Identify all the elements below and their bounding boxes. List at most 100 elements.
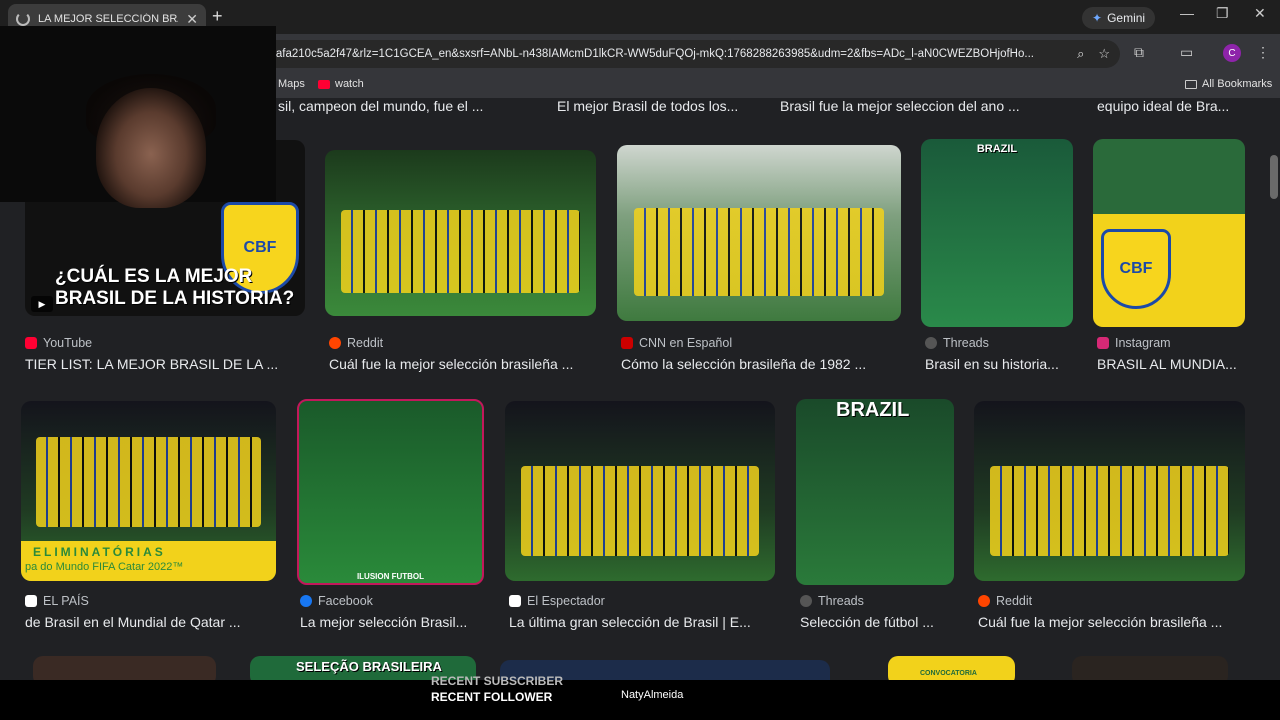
tab-title: LA MEJOR SELECCIÓN BRASILE xyxy=(38,13,178,25)
all-bookmarks-label: All Bookmarks xyxy=(1202,78,1273,90)
result-caption[interactable]: sil, campeon del mundo, fue el ... xyxy=(278,98,483,114)
bookmark-label: watch xyxy=(335,78,364,90)
result-caption[interactable]: Cuál fue la mejor selección brasileña ..… xyxy=(978,614,1222,630)
result-caption[interactable]: BRASIL AL MUNDIA... xyxy=(1097,356,1237,372)
thumbnail-overlay-text: ELIMINATÓRIAS xyxy=(33,545,166,559)
source-label: El Espectador xyxy=(527,594,605,608)
close-window-icon[interactable]: ✕ xyxy=(1254,5,1266,22)
team-photo xyxy=(36,437,261,527)
bookmark-watch[interactable]: watch xyxy=(318,78,364,90)
team-photo xyxy=(990,465,1229,556)
gemini-icon: ✦ xyxy=(1092,11,1103,25)
recent-follower-name: NatyAlmeida xyxy=(621,689,684,701)
facebook-icon xyxy=(300,595,312,607)
play-icon: ▶ xyxy=(31,296,53,312)
threads-icon xyxy=(925,337,937,349)
source-label: Instagram xyxy=(1115,336,1171,350)
result-caption[interactable]: Brasil en su historia... xyxy=(925,356,1059,372)
cnn-icon xyxy=(621,337,633,349)
reddit-icon xyxy=(329,337,341,349)
thumbnail-overlay-text: pa do Mundo FIFA Catar 2022™ xyxy=(25,561,184,573)
result-caption[interactable]: El mejor Brasil de todos los... xyxy=(557,98,738,114)
thumbnail-overlay-text: SELEÇÃO BRASILEIRA xyxy=(296,659,442,674)
result-source[interactable]: Threads xyxy=(925,336,989,350)
banner: ELIMINATÓRIAS pa do Mundo FIFA Catar 202… xyxy=(21,541,276,581)
result-source[interactable]: YouTube xyxy=(25,336,92,350)
thumbnail-overlay-text: ILUSION FUTBOL xyxy=(356,572,425,581)
new-tab-icon[interactable]: + xyxy=(212,6,223,27)
address-bar[interactable]: =4e0afa210c5a2f47&rlz=1C1GCEA_en&sxsrf=A… xyxy=(240,40,1120,68)
result-thumbnail[interactable] xyxy=(1072,656,1228,680)
result-thumbnail[interactable]: BRAZIL xyxy=(921,139,1073,327)
result-caption[interactable]: TIER LIST: LA MEJOR BRASIL DE LA ... xyxy=(25,356,278,372)
cbf-logo: CBF xyxy=(1101,229,1171,309)
team-photo xyxy=(521,465,759,556)
thumbnail-overlay-text: BRAZIL xyxy=(836,399,910,421)
bookmark-maps[interactable]: Maps xyxy=(278,78,305,90)
result-thumbnail[interactable] xyxy=(33,656,216,680)
team-photo xyxy=(341,209,580,293)
url-text: =4e0afa210c5a2f47&rlz=1C1GCEA_en&sxsrf=A… xyxy=(250,48,1034,60)
result-thumbnail[interactable]: BRAZIL xyxy=(796,399,954,585)
youtube-icon xyxy=(318,79,330,89)
loading-icon xyxy=(16,12,30,26)
result-thumbnail[interactable]: CBF xyxy=(1093,139,1245,327)
all-bookmarks[interactable]: All Bookmarks xyxy=(1185,78,1272,90)
result-thumbnail[interactable] xyxy=(325,150,596,316)
close-tab-icon[interactable]: ✕ xyxy=(186,11,198,28)
result-source[interactable]: El Espectador xyxy=(509,594,605,608)
profile-avatar[interactable]: C xyxy=(1223,44,1241,62)
result-source[interactable]: Reddit xyxy=(329,336,383,350)
reddit-icon xyxy=(978,595,990,607)
threads-icon xyxy=(800,595,812,607)
gemini-button[interactable]: ✦ Gemini xyxy=(1082,7,1156,29)
youtube-icon xyxy=(25,337,37,349)
result-caption[interactable]: Cómo la selección brasileña de 1982 ... xyxy=(621,356,866,372)
recent-subscriber-label: RECENT SUBSCRIBER xyxy=(431,674,564,688)
result-source[interactable]: Instagram xyxy=(1097,336,1171,350)
webcam-overlay xyxy=(0,26,276,208)
source-label: Facebook xyxy=(318,594,373,608)
result-caption[interactable]: La mejor selección Brasil... xyxy=(300,614,467,630)
result-source[interactable]: Reddit xyxy=(978,594,1032,608)
source-label: Reddit xyxy=(347,336,384,350)
result-caption[interactable]: de Brasil en el Mundial de Qatar ... xyxy=(25,614,241,630)
scrollbar-thumb[interactable] xyxy=(1270,155,1278,199)
result-thumbnail[interactable] xyxy=(617,145,901,321)
result-thumbnail[interactable]: CONVOCATORIA xyxy=(888,656,1015,680)
thumbnail-overlay-text: CONVOCATORIA xyxy=(920,670,977,677)
source-label: EL PAÍS xyxy=(43,594,89,608)
source-label: Threads xyxy=(818,594,864,608)
source-label: CNN en Español xyxy=(639,336,733,350)
result-thumbnail[interactable]: ILUSION FUTBOL xyxy=(297,399,484,585)
result-thumbnail[interactable] xyxy=(505,401,775,581)
maximize-icon[interactable]: ❐ xyxy=(1216,5,1229,22)
source-label: Reddit xyxy=(996,594,1033,608)
result-caption[interactable]: Cuál fue la mejor selección brasileña ..… xyxy=(329,356,573,372)
stream-bar: RECENT SUBSCRIBER RECENT FOLLOWER NatyAl… xyxy=(0,674,1280,720)
menu-icon[interactable]: ⋮ xyxy=(1256,44,1270,61)
recent-follower-label: RECENT FOLLOWER xyxy=(431,690,553,704)
elespectador-icon xyxy=(509,595,521,607)
result-caption[interactable]: Selección de fútbol ... xyxy=(800,614,934,630)
cast-icon[interactable]: ▭ xyxy=(1180,44,1193,61)
result-caption[interactable]: Brasil fue la mejor seleccion del ano ..… xyxy=(780,98,1020,114)
result-source[interactable]: CNN en Español xyxy=(621,336,732,350)
zoom-icon[interactable]: ⌕ xyxy=(1077,46,1084,62)
result-source[interactable]: EL PAÍS xyxy=(25,594,89,608)
result-source[interactable]: Facebook xyxy=(300,594,373,608)
extensions-icon[interactable]: ⧉ xyxy=(1134,44,1144,61)
result-caption[interactable]: La última gran selección de Brasil | E..… xyxy=(509,614,751,630)
team-photo xyxy=(634,208,884,297)
source-label: Threads xyxy=(943,336,989,350)
result-thumbnail[interactable]: ELIMINATÓRIAS pa do Mundo FIFA Catar 202… xyxy=(21,401,276,581)
folder-icon xyxy=(1185,79,1197,89)
result-caption[interactable]: equipo ideal de Bra... xyxy=(1097,98,1229,114)
result-source[interactable]: Threads xyxy=(800,594,864,608)
bookmark-star-icon[interactable]: ☆ xyxy=(1098,46,1110,62)
thumbnail-overlay-text: BRAZIL xyxy=(976,143,1018,155)
gemini-label: Gemini xyxy=(1107,11,1146,25)
source-label: YouTube xyxy=(43,336,93,350)
minimize-icon[interactable]: — xyxy=(1180,5,1194,21)
result-thumbnail[interactable] xyxy=(974,401,1245,581)
